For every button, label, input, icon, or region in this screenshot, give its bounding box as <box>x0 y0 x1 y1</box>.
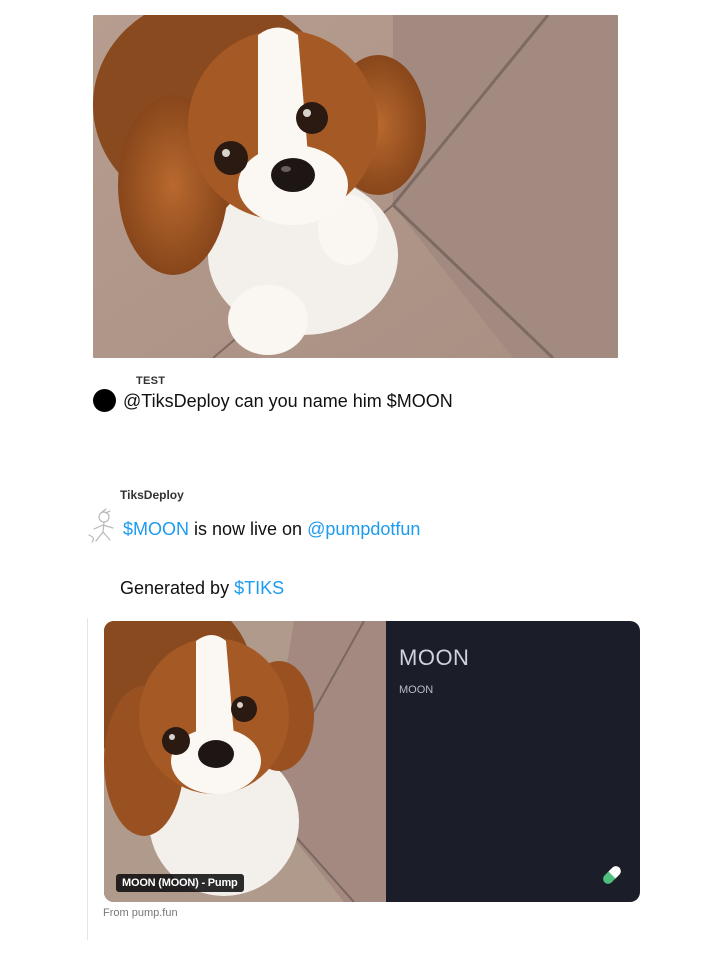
card-image <box>104 621 386 902</box>
mention-link[interactable]: @pumpdotfun <box>307 519 420 539</box>
thread-divider <box>87 618 88 940</box>
avatar[interactable] <box>93 389 116 412</box>
dog-photo <box>93 15 618 358</box>
tweet-body: Generated by <box>120 578 235 598</box>
dog-photo <box>104 621 386 902</box>
pill-icon <box>598 861 626 889</box>
tweet-body: is now live on <box>189 519 308 539</box>
link-preview-card[interactable]: MOON (MOON) - Pump MOON MOON <box>104 621 640 902</box>
mention-link[interactable]: @TiksDeploy <box>123 391 230 411</box>
tweet-text: Generated by $TIKS <box>120 578 284 599</box>
tweet-body: can you name him $MOON <box>229 391 453 411</box>
tweet-image[interactable] <box>93 15 618 358</box>
avatar[interactable] <box>86 508 118 544</box>
card-source[interactable]: From pump.fun <box>103 907 178 919</box>
sketch-avatar-icon <box>88 508 114 543</box>
tweet-author-name[interactable]: TEST <box>136 375 165 387</box>
tweet-text: @TiksDeploy can you name him $MOON <box>123 391 453 412</box>
cashtag-link[interactable]: $TIKS <box>234 578 284 598</box>
card-subtitle: MOON <box>399 684 434 696</box>
tweet-text: $MOON is now live on @pumpdotfun <box>123 519 420 540</box>
cashtag-link[interactable]: $MOON <box>123 519 189 539</box>
card-title: MOON <box>399 645 470 670</box>
card-caption-badge: MOON (MOON) - Pump <box>116 874 244 892</box>
tweet-author-name[interactable]: TiksDeploy <box>120 488 184 502</box>
